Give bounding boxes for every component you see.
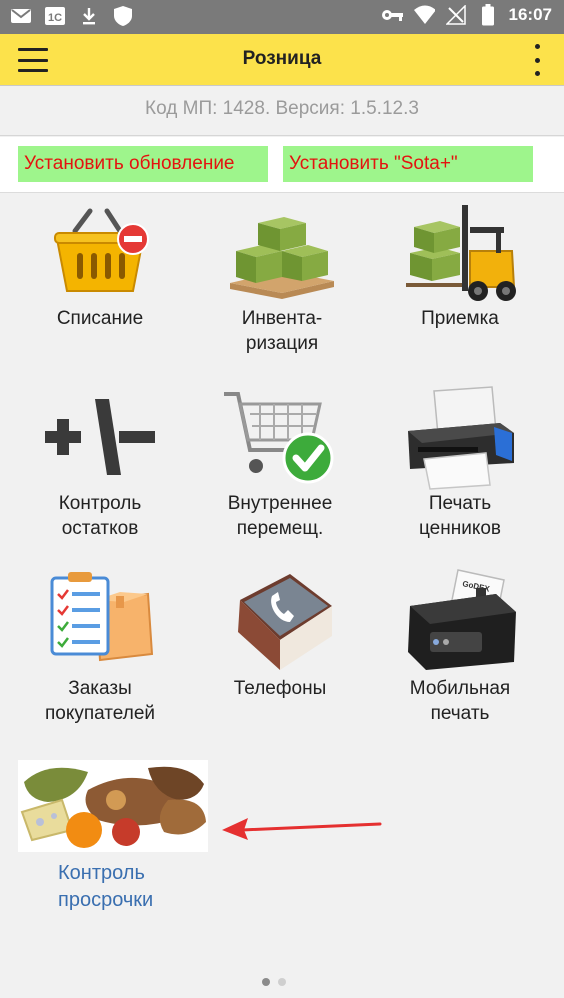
printer-icon xyxy=(370,381,550,491)
menu-item-label: ценников xyxy=(418,518,502,539)
boxes-pallet-icon xyxy=(192,196,372,306)
no-signal-icon xyxy=(445,5,467,25)
menu-item-label: Печать xyxy=(428,493,492,514)
phone-book-icon xyxy=(190,566,370,676)
expiry-label-line2: просрочки xyxy=(58,889,154,911)
status-bar: 1С 16:07 xyxy=(0,0,564,34)
gmail-icon xyxy=(10,6,32,26)
more-options-icon[interactable] xyxy=(532,44,542,76)
wifi-icon xyxy=(413,5,435,25)
page-indicator xyxy=(262,978,286,986)
shield-icon xyxy=(112,6,134,26)
page-title: Розница xyxy=(242,48,322,69)
menu-item-label: Инвента- xyxy=(241,308,323,329)
menu-item-label: Телефоны xyxy=(233,678,327,699)
menu-item-label: Заказы xyxy=(68,678,132,699)
update-bar: Установить обновление Установить "Sota+" xyxy=(0,137,564,193)
menu-item-expiry-control[interactable]: Контроль просрочки xyxy=(18,760,208,914)
menu-item-label: перемещ. xyxy=(236,518,324,539)
clipboard-box-icon xyxy=(10,566,190,676)
menu-item-label: Внутреннее xyxy=(227,493,333,514)
menu-item-mobile-print[interactable]: GoDEX Мобильная печать xyxy=(370,566,550,726)
menu-item-label: Мобильная xyxy=(409,678,511,699)
menu-item-label: остатков xyxy=(61,518,139,539)
menu-item-write-off[interactable]: Списание xyxy=(10,196,190,331)
menu-item-label: Списание xyxy=(56,308,144,329)
spoiled-food-icon xyxy=(18,760,208,852)
onec-icon: 1С xyxy=(44,6,66,26)
menu-item-label: покупателей xyxy=(44,703,155,724)
forklift-icon xyxy=(370,196,550,306)
red-arrow-icon xyxy=(220,808,384,853)
menu-item-label: Контроль xyxy=(58,493,142,514)
menu-item-inventory[interactable]: Инвента- ризация xyxy=(192,196,372,356)
version-info: Код МП: 1428. Версия: 1.5.12.3 xyxy=(0,86,564,136)
install-update-button[interactable]: Установить обновление xyxy=(18,146,268,182)
plus-minus-icon xyxy=(10,381,190,491)
app-bar: Розница xyxy=(0,34,564,86)
menu-item-internal-transfer[interactable]: Внутреннее перемещ. xyxy=(190,381,370,541)
onec-icon-text: 1С xyxy=(48,12,62,24)
menu-item-phones[interactable]: Телефоны xyxy=(190,566,370,701)
menu-item-stock-control[interactable]: Контроль остатков xyxy=(10,381,190,541)
menu-item-receiving[interactable]: Приемка xyxy=(370,196,550,331)
battery-icon xyxy=(477,4,499,26)
mobile-printer-icon: GoDEX xyxy=(370,566,550,676)
key-icon xyxy=(381,5,403,25)
page-dot-active xyxy=(262,978,270,986)
expiry-label-line1: Контроль xyxy=(58,862,145,884)
expiry-label[interactable]: Контроль просрочки xyxy=(18,860,208,914)
basket-remove-icon xyxy=(10,196,190,306)
menu-item-price-tags[interactable]: Печать ценников xyxy=(370,381,550,541)
menu-item-label: Приемка xyxy=(421,308,499,329)
download-icon xyxy=(78,6,100,26)
page-dot xyxy=(278,978,286,986)
cart-check-icon xyxy=(190,381,370,491)
menu-item-label: ризация xyxy=(245,333,319,354)
menu-item-customer-orders[interactable]: Заказы покупателей xyxy=(10,566,190,726)
clock: 16:07 xyxy=(508,5,552,24)
menu-item-label: печать xyxy=(430,703,490,724)
install-sota-button[interactable]: Установить "Sota+" xyxy=(283,146,533,182)
